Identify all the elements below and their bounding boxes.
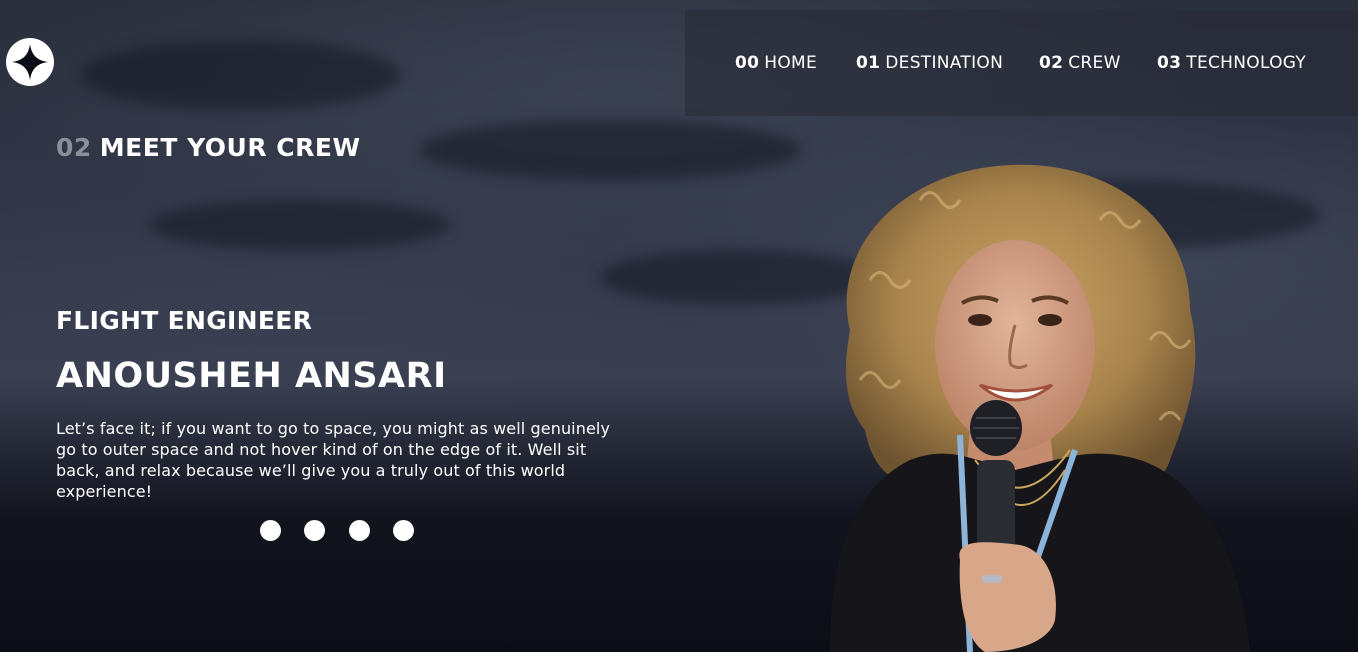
nav-item-label: CREW (1068, 53, 1121, 73)
crew-role: FLIGHT ENGINEER (56, 306, 313, 335)
carousel-dot-4[interactable] (393, 520, 414, 541)
nav-item-label: TECHNOLOGY (1186, 53, 1307, 73)
nav-item-number: 02 (1039, 53, 1064, 73)
nav-item-number: 00 (735, 53, 760, 73)
carousel-dot-1[interactable] (260, 520, 281, 541)
page-title: 02 MEET YOUR CREW (56, 133, 361, 162)
nav-item-home[interactable]: 00 HOME (735, 53, 817, 73)
crew-name: ANOUSHEH ANSARI (56, 356, 447, 396)
carousel-dot-2[interactable] (304, 520, 325, 541)
nav-item-label: HOME (764, 53, 818, 73)
page-title-number: 02 (56, 133, 92, 162)
carousel-dots (260, 520, 420, 542)
crew-page: 00 HOME 01 DESTINATION 02 CREW 03 TECHNOLOGY… (0, 0, 1358, 652)
logo[interactable] (6, 38, 54, 86)
nav-item-crew[interactable]: 02 CREW (1039, 53, 1121, 73)
bg-cloud (150, 200, 450, 250)
crew-bio: Let’s face it; if you want to go to spac… (56, 419, 611, 501)
bg-cloud (420, 120, 800, 180)
crew-portrait-image (830, 164, 1250, 652)
primary-nav: 00 HOME 01 DESTINATION 02 CREW 03 TECHNOLOGY (685, 10, 1358, 116)
nav-item-technology[interactable]: 03 TECHNOLOGY (1157, 53, 1306, 73)
carousel-dot-3[interactable] (349, 520, 370, 541)
nav-item-label: DESTINATION (885, 53, 1004, 73)
nav-item-number: 03 (1157, 53, 1182, 73)
bg-cloud (80, 40, 400, 110)
nav-item-number: 01 (856, 53, 881, 73)
page-title-text: MEET YOUR CREW (99, 133, 361, 162)
nav-item-destination[interactable]: 01 DESTINATION (856, 53, 1003, 73)
four-point-star-icon (12, 44, 48, 80)
